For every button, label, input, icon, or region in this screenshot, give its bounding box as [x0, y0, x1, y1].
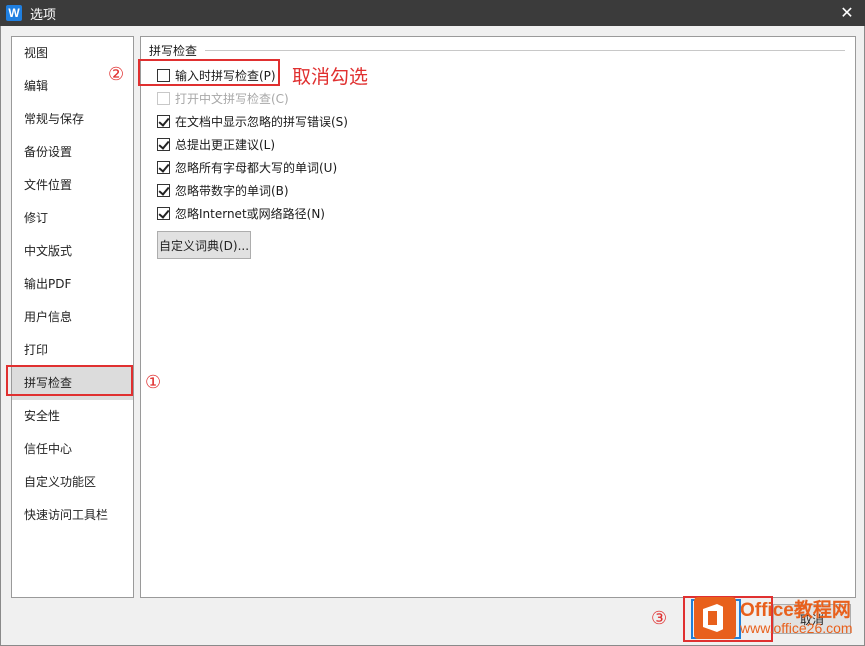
option-ignore-numbers[interactable]: 忽略带数字的单词(B): [157, 181, 289, 199]
annotation-step-1: ①: [145, 372, 162, 393]
checkbox[interactable]: [157, 206, 170, 220]
sidebar-item-trust-center[interactable]: 信任中心: [12, 433, 133, 466]
option-show-ignored-errors[interactable]: 在文档中显示忽略的拼写错误(S): [157, 112, 348, 130]
options-sidebar: 视图 编辑 常规与保存 备份设置 文件位置 修订 中文版式 输出PDF 用户信息…: [11, 36, 134, 598]
option-label: 总提出更正建议(L): [175, 137, 276, 152]
annotation-step-2: ②: [108, 64, 125, 85]
window-title: 选项: [30, 7, 57, 23]
checkbox: [157, 91, 170, 105]
sidebar-item-backup[interactable]: 备份设置: [12, 136, 133, 169]
group-title: 拼写检查: [149, 42, 202, 59]
annotation-box-sidebar: [6, 365, 133, 396]
option-label: 忽略带数字的单词(B): [175, 183, 289, 198]
office-logo-icon: [694, 597, 736, 639]
watermark-site: www.office26.com: [740, 619, 853, 636]
watermark-brand: Office教程网: [740, 599, 851, 621]
watermark: Office教程网 www.office26.com: [694, 596, 860, 640]
checkbox[interactable]: [157, 160, 170, 174]
option-ignore-uppercase[interactable]: 忽略所有字母都大写的单词(U): [157, 158, 337, 176]
wps-app-icon: W: [6, 5, 22, 21]
sidebar-item-export-pdf[interactable]: 输出PDF: [12, 268, 133, 301]
checkbox[interactable]: [157, 183, 170, 197]
options-dialog: 视图 编辑 常规与保存 备份设置 文件位置 修订 中文版式 输出PDF 用户信息…: [0, 26, 865, 646]
sidebar-item-user-info[interactable]: 用户信息: [12, 301, 133, 334]
annotation-box-option: [138, 59, 280, 86]
annotation-note: 取消勾选: [292, 66, 369, 88]
checkbox[interactable]: [157, 137, 170, 151]
sidebar-item-customize-ribbon[interactable]: 自定义功能区: [12, 466, 133, 499]
option-chinese-spell-check: 打开中文拼写检查(C): [157, 89, 289, 107]
option-label: 忽略Internet或网络路径(N): [175, 206, 325, 221]
custom-dictionary-button[interactable]: 自定义词典(D)...: [157, 231, 251, 259]
annotation-step-3: ③: [651, 608, 668, 629]
option-label: 打开中文拼写检查(C): [175, 91, 289, 106]
close-icon[interactable]: ✕: [837, 3, 857, 23]
sidebar-item-print[interactable]: 打印: [12, 334, 133, 367]
sidebar-item-security[interactable]: 安全性: [12, 400, 133, 433]
sidebar-item-general-save[interactable]: 常规与保存: [12, 103, 133, 136]
sidebar-item-quick-access-toolbar[interactable]: 快速访问工具栏: [12, 499, 133, 532]
title-bar: W 选项 ✕: [0, 0, 865, 26]
sidebar-item-chinese-layout[interactable]: 中文版式: [12, 235, 133, 268]
option-always-suggest[interactable]: 总提出更正建议(L): [157, 135, 275, 153]
checkbox[interactable]: [157, 114, 170, 128]
option-label: 忽略所有字母都大写的单词(U): [175, 160, 338, 175]
sidebar-item-revision[interactable]: 修订: [12, 202, 133, 235]
group-divider: [205, 50, 845, 51]
spell-check-panel: 拼写检查 输入时拼写检查(P) 打开中文拼写检查(C) 在文档中显示忽略的拼写错…: [140, 36, 856, 598]
option-ignore-internet-paths[interactable]: 忽略Internet或网络路径(N): [157, 204, 325, 222]
sidebar-item-file-location[interactable]: 文件位置: [12, 169, 133, 202]
option-label: 在文档中显示忽略的拼写错误(S): [175, 114, 348, 129]
